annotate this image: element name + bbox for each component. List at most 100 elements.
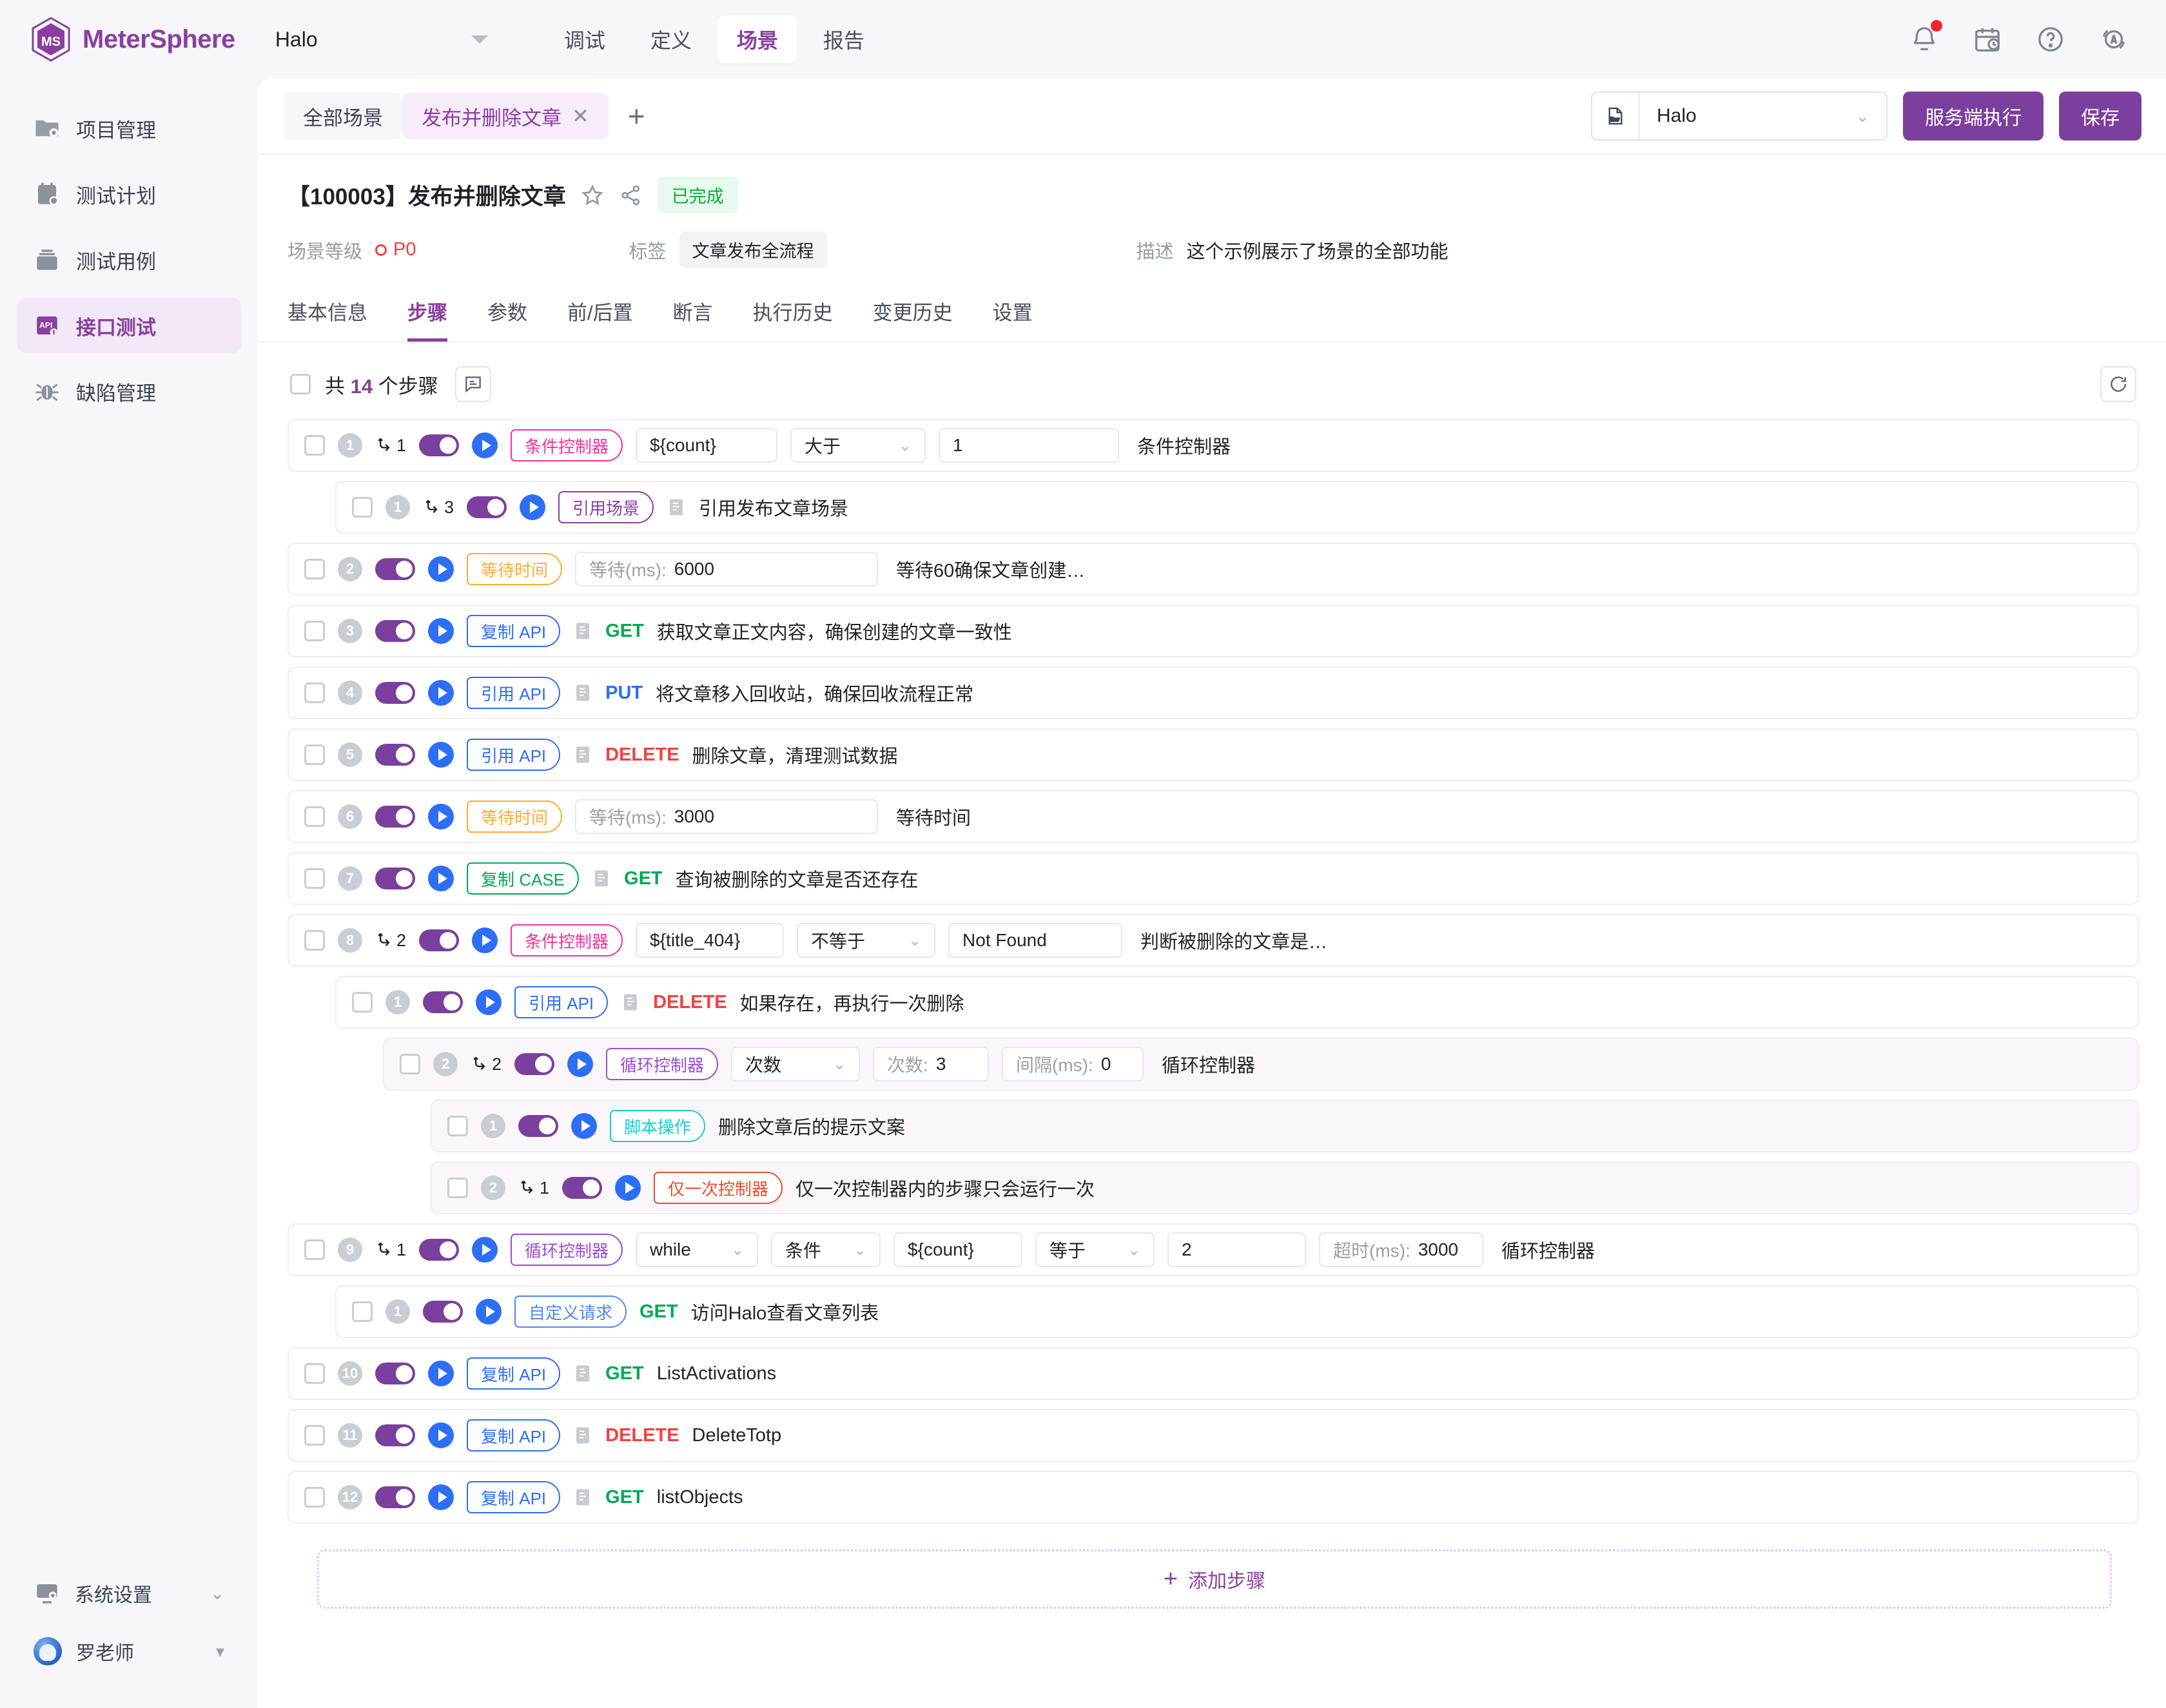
subtab-pre-post[interactable]: 前/后置 — [567, 296, 633, 342]
step-checkbox[interactable] — [304, 744, 325, 765]
step-row[interactable]: 1脚本操作删除文章后的提示文案 — [431, 1100, 2139, 1152]
help-icon[interactable] — [2036, 24, 2065, 54]
step-checkbox[interactable] — [304, 1487, 325, 1508]
step-checkbox[interactable] — [352, 1301, 373, 1322]
step-select[interactable]: 条件⌄ — [771, 1232, 881, 1267]
run-step-button[interactable] — [476, 989, 502, 1015]
step-enable-toggle[interactable] — [423, 1301, 463, 1323]
step-row[interactable]: 22循环控制器次数⌄次数:3间隔(ms):0循环控制器 — [383, 1038, 2139, 1091]
step-input[interactable]: 等待(ms):3000 — [575, 799, 878, 834]
subtab-params[interactable]: 参数 — [487, 296, 527, 342]
step-row[interactable]: 3复制 APIGET获取文章正文内容，确保创建的文章一致性 — [288, 605, 2139, 657]
run-step-button[interactable] — [428, 680, 454, 706]
step-input[interactable]: 次数:3 — [873, 1047, 989, 1082]
sidebar-item-defect-management[interactable]: 缺陷管理 — [17, 364, 241, 419]
doc-tab-current-scenario[interactable]: 发布并删除文章 ✕ — [402, 93, 609, 139]
add-tab-icon[interactable]: + — [628, 101, 645, 131]
step-row[interactable]: 13引用场景引用发布文章场景 — [335, 481, 2139, 534]
environment-selector[interactable]: Env Halo ⌄ — [1591, 92, 1888, 141]
step-row[interactable]: 91循环控制器while⌄条件⌄${count}等于⌄2超时(ms):3000循… — [288, 1223, 2139, 1276]
project-selector[interactable]: Halo — [275, 28, 488, 52]
step-input[interactable]: ${count} — [636, 428, 777, 463]
tab-debug[interactable]: 调试 — [545, 15, 625, 63]
doc-tab-all-scenarios[interactable]: 全部场景 — [284, 93, 402, 139]
run-step-button[interactable] — [428, 804, 454, 830]
step-row[interactable]: 1引用 APIDELETE如果存在，再执行一次删除 — [335, 976, 2139, 1029]
subtab-assertion[interactable]: 断言 — [673, 296, 713, 342]
sidebar-item-test-plan[interactable]: 测试计划 — [17, 166, 241, 222]
step-enable-toggle[interactable] — [514, 1053, 554, 1075]
step-checkbox[interactable] — [304, 868, 325, 889]
step-checkbox[interactable] — [447, 1116, 468, 1136]
run-step-button[interactable] — [571, 1113, 597, 1139]
expand-all-button[interactable] — [455, 366, 491, 402]
run-step-button[interactable] — [428, 742, 454, 768]
step-enable-toggle[interactable] — [467, 496, 507, 518]
subtab-settings[interactable]: 设置 — [993, 296, 1033, 342]
step-checkbox[interactable] — [352, 497, 373, 518]
step-checkbox[interactable] — [447, 1178, 468, 1198]
step-row[interactable]: 1自定义请求GET访问Halo查看文章列表 — [335, 1285, 2139, 1338]
step-checkbox[interactable] — [304, 621, 325, 641]
step-checkbox[interactable] — [304, 1239, 325, 1260]
step-enable-toggle[interactable] — [375, 1424, 415, 1446]
run-step-button[interactable] — [428, 556, 454, 582]
tab-report[interactable]: 报告 — [804, 15, 884, 63]
run-step-button[interactable] — [472, 927, 498, 953]
subtab-execution-history[interactable]: 执行历史 — [753, 296, 833, 342]
run-step-button[interactable] — [428, 866, 454, 891]
step-checkbox[interactable] — [304, 435, 325, 456]
step-enable-toggle[interactable] — [375, 558, 415, 580]
run-step-button[interactable] — [472, 432, 498, 458]
brand-logo[interactable]: MS MeterSphere — [31, 17, 235, 62]
step-enable-toggle[interactable] — [518, 1115, 558, 1137]
step-select[interactable]: 等于⌄ — [1035, 1232, 1155, 1267]
subtab-change-history[interactable]: 变更历史 — [873, 296, 953, 342]
run-step-button[interactable] — [428, 618, 454, 644]
step-input[interactable]: 超时(ms):3000 — [1319, 1232, 1483, 1267]
run-step-button[interactable] — [472, 1237, 498, 1263]
add-step-button[interactable]: + 添加步骤 — [317, 1549, 2112, 1609]
step-enable-toggle[interactable] — [562, 1177, 602, 1199]
step-row[interactable]: 12复制 APIGETlistObjects — [288, 1471, 2139, 1524]
step-checkbox[interactable] — [304, 806, 325, 827]
step-input[interactable]: Not Found — [948, 923, 1122, 958]
step-enable-toggle[interactable] — [419, 434, 459, 456]
step-select[interactable]: while⌄ — [636, 1232, 758, 1267]
user-menu[interactable]: 罗老师 ▾ — [17, 1624, 241, 1678]
step-input[interactable]: 间隔(ms):0 — [1002, 1047, 1144, 1082]
step-row[interactable]: 82条件控制器${title_404}不等于⌄Not Found判断被删除的文章… — [288, 914, 2139, 967]
run-step-button[interactable] — [567, 1051, 593, 1077]
step-checkbox[interactable] — [304, 683, 325, 703]
step-row[interactable]: 4引用 APIPUT将文章移入回收站，确保回收流程正常 — [288, 666, 2139, 719]
tab-scenario[interactable]: 场景 — [717, 15, 797, 63]
step-enable-toggle[interactable] — [375, 806, 415, 828]
step-input[interactable]: 等待(ms):6000 — [575, 552, 878, 587]
step-checkbox[interactable] — [304, 1425, 325, 1446]
translate-icon[interactable] — [2099, 24, 2129, 54]
step-row[interactable]: 11复制 APIDELETEDeleteTotp — [288, 1409, 2139, 1462]
step-checkbox[interactable] — [400, 1054, 420, 1074]
step-enable-toggle[interactable] — [375, 744, 415, 766]
step-row[interactable]: 5引用 APIDELETE删除文章，清理测试数据 — [288, 728, 2139, 781]
sidebar-item-api-test[interactable]: API 接口测试 — [17, 298, 241, 353]
subtab-basic-info[interactable]: 基本信息 — [288, 296, 367, 342]
refresh-button[interactable] — [2100, 366, 2136, 402]
step-input[interactable]: 2 — [1167, 1232, 1306, 1267]
step-enable-toggle[interactable] — [375, 1486, 415, 1508]
star-icon[interactable] — [580, 183, 605, 208]
step-select[interactable]: 不等于⌄ — [797, 923, 935, 958]
step-row[interactable]: 2等待时间等待(ms):6000等待60确保文章创建… — [288, 543, 2139, 596]
sidebar-item-test-case[interactable]: 测试用例 — [17, 232, 241, 287]
step-enable-toggle[interactable] — [419, 929, 459, 951]
run-step-button[interactable] — [428, 1484, 454, 1510]
step-select[interactable]: 次数⌄ — [731, 1047, 860, 1082]
select-all-checkbox[interactable] — [290, 374, 311, 394]
step-select[interactable]: 大于⌄ — [790, 428, 926, 463]
subtab-steps[interactable]: 步骤 — [407, 296, 447, 342]
server-run-button[interactable]: 服务端执行 — [1903, 92, 2044, 141]
run-step-button[interactable] — [615, 1175, 641, 1201]
step-enable-toggle[interactable] — [375, 1363, 415, 1384]
run-step-button[interactable] — [476, 1299, 502, 1325]
sidebar-item-system-settings[interactable]: 系统设置 ⌄ — [17, 1566, 241, 1620]
